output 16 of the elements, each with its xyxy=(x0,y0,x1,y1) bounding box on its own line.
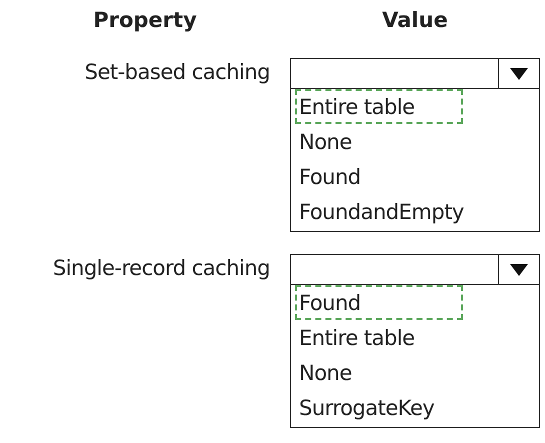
dropdown-option[interactable]: SurrogateKey xyxy=(295,390,438,425)
caret-icon xyxy=(509,66,529,80)
property-label: Single-record caching xyxy=(52,256,270,282)
column-header: Value xyxy=(382,8,448,32)
dropdown-option[interactable]: Found xyxy=(295,285,463,320)
dropdown-option[interactable]: Entire table xyxy=(295,89,463,124)
property-label: Set-based caching xyxy=(84,60,270,86)
dropdown-field[interactable] xyxy=(290,254,540,285)
dropdown-field[interactable] xyxy=(290,58,540,89)
dropdown-option[interactable]: None xyxy=(295,355,356,390)
dropdown-option[interactable]: FoundandEmpty xyxy=(295,194,468,229)
dropdown-option[interactable]: None xyxy=(295,124,356,159)
dropdown-option[interactable]: Entire table xyxy=(295,320,419,355)
dropdown-option[interactable]: Found xyxy=(295,159,365,194)
column-header: Property xyxy=(93,8,197,32)
caret-icon xyxy=(509,262,529,276)
